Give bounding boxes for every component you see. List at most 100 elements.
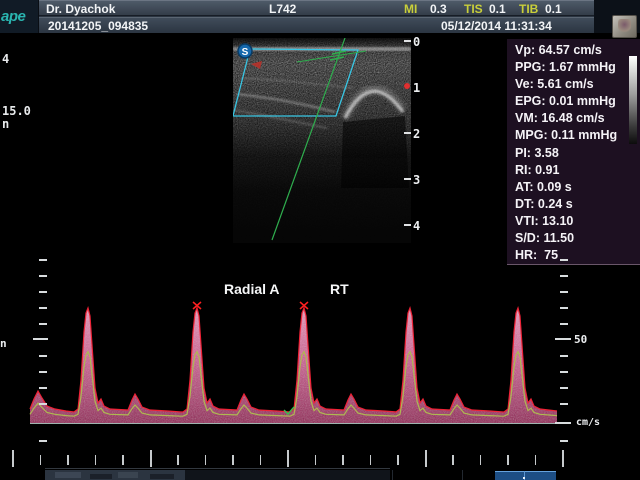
measure-dt: DT: 0.24 s: [515, 196, 640, 213]
vel-tick-left: [39, 371, 47, 373]
toolbar-item: [118, 472, 138, 478]
time-tick-minor: [397, 455, 399, 465]
measure-vti: VTI: 13.10: [515, 213, 640, 230]
bottom-divider: [45, 468, 390, 469]
measurement-panel: Vp: 64.57 cm/s PPG: 1.67 mmHg Ve: 5.61 c…: [507, 39, 640, 265]
header-row-2: 20141205_094835 05/12/2014 11:31:34: [39, 17, 594, 33]
time-tick-minor: [315, 455, 317, 465]
mi-label: MI: [404, 2, 417, 16]
time-tick-minor: [177, 455, 179, 465]
measure-pi: PI: 3.58: [515, 145, 640, 162]
vel-tick-left: [39, 275, 47, 277]
time-tick-minor: [122, 455, 124, 465]
mean-velocity-trace: [30, 352, 557, 417]
blue-panel-indicator: [523, 477, 525, 479]
measure-ve: Ve: 5.61 cm/s: [515, 76, 640, 93]
time-tick-minor: [205, 455, 207, 465]
vel-tick-right: [560, 307, 568, 309]
toolbar-item: [90, 474, 112, 479]
time-tick-major: [12, 450, 14, 467]
bmode-image: S: [233, 38, 411, 243]
envelope-trace: [30, 308, 557, 412]
left-edge-label: n: [0, 337, 7, 350]
exam-id: 20141205_094835: [48, 19, 148, 33]
vel-tick-right: [560, 259, 568, 261]
vel-tick-right: [560, 403, 568, 405]
depth-label-0: 0: [413, 35, 420, 49]
measure-ppg: PPG: 1.67 mmHg: [515, 59, 640, 76]
toolbar-item: [55, 472, 81, 478]
time-tick-minor: [507, 455, 509, 465]
depth-label-2: 2: [413, 127, 420, 141]
depth-tick-0: [404, 40, 411, 42]
vel-tick-right-baseline: [555, 422, 571, 424]
depth-tick-4: [404, 224, 411, 226]
left-param-2: 15.0: [2, 104, 31, 118]
bottom-separator: [392, 470, 393, 480]
vel-tick-left: [39, 323, 47, 325]
measure-at: AT: 0.09 s: [515, 179, 640, 196]
tib-value: 0.1: [545, 2, 562, 16]
depth-tick-2: [404, 132, 411, 134]
time-tick-major: [287, 450, 289, 467]
orientation-badge-letter: S: [242, 47, 249, 58]
depth-tick-3: [404, 178, 411, 180]
probe-name: L742: [269, 2, 296, 16]
vel-tick-right-major: [555, 338, 571, 340]
time-tick-major: [562, 450, 564, 467]
tib-label: TIB: [519, 2, 538, 16]
header-row-1: Dr. Dyachok L742 MI 0.3 TIS 0.1 TIB 0.1: [39, 0, 594, 16]
time-tick-minor: [67, 455, 69, 465]
spectrum-fill: [30, 308, 557, 423]
bottom-toolbar[interactable]: [45, 470, 185, 480]
vel-tick-right: [560, 355, 568, 357]
vel-tick-left: [39, 440, 47, 442]
time-tick-minor: [370, 455, 372, 465]
vel-tick-left: [39, 403, 47, 405]
mi-value: 0.3: [430, 2, 447, 16]
vel-tick-left: [39, 355, 47, 357]
peak-caliper-icon: [193, 302, 308, 309]
focus-marker: [404, 83, 410, 89]
date-time: 05/12/2014 11:31:34: [441, 19, 552, 33]
toolbar-item: [150, 474, 174, 479]
vel-tick-left: [39, 259, 47, 261]
time-tick-minor: [452, 455, 454, 465]
measure-mpg: MPG: 0.11 mmHg: [515, 127, 640, 144]
measure-vp: Vp: 64.57 cm/s: [515, 42, 640, 59]
vel-tick-right: [560, 275, 568, 277]
depth-label-3: 3: [413, 173, 420, 187]
velocity-unit-label: cm/s: [576, 417, 600, 428]
measure-ri: RI: 0.91: [515, 162, 640, 179]
left-param-3: n: [2, 117, 9, 131]
grayscale-bar: [629, 56, 637, 144]
vel-tick-left-major: [33, 338, 48, 340]
vel-tick-right: [560, 387, 568, 389]
bottom-separator: [462, 470, 463, 480]
vel-tick-left: [39, 387, 47, 389]
measure-sd: S/D: 11.50: [515, 230, 640, 247]
time-tick-minor: [40, 455, 42, 465]
depth-label-4: 4: [413, 219, 420, 233]
time-tick-minor: [480, 455, 482, 465]
velocity-scale-label: 50: [574, 333, 587, 346]
time-tick-minor: [342, 455, 344, 465]
vel-tick-left: [39, 291, 47, 293]
time-tick-major: [150, 450, 152, 467]
measure-vm: VM: 16.48 cm/s: [515, 110, 640, 127]
time-tick-minor: [95, 455, 97, 465]
doctor-name: Dr. Dyachok: [46, 2, 115, 16]
header-bar: Dr. Dyachok L742 MI 0.3 TIS 0.1 TIB 0.1 …: [38, 0, 594, 33]
vel-tick-right: [560, 291, 568, 293]
vel-tick-right: [560, 440, 568, 442]
time-tick-major: [425, 450, 427, 467]
brand-logo-area: ape: [0, 0, 38, 33]
time-tick-minor: [232, 455, 234, 465]
depth-label-1: 1: [413, 81, 420, 95]
time-tick-minor: [260, 455, 262, 465]
vel-tick-left: [39, 307, 47, 309]
left-param-1: 4: [2, 52, 9, 66]
tis-label: TIS: [464, 2, 483, 16]
bottom-blue-panel[interactable]: [495, 471, 556, 480]
time-tick-minor: [535, 455, 537, 465]
